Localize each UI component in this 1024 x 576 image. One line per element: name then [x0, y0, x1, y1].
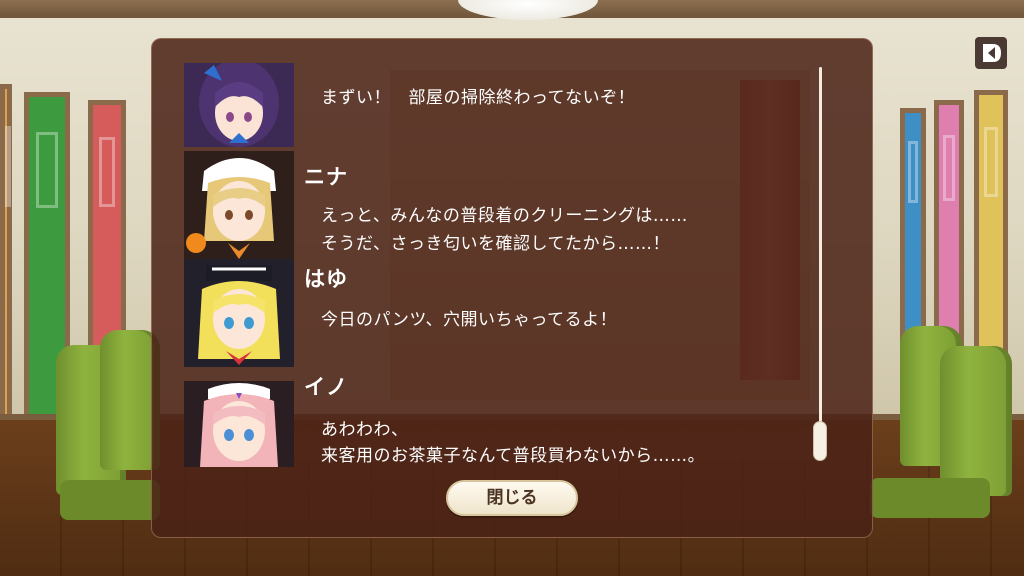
- blonde-nun-girl-portrait: [184, 151, 294, 259]
- dialogue-line: まずい！ 部屋の掃除終わってないぞ！: [321, 88, 636, 108]
- dialogue-line: そうだ、さっき匂いを確認してたから……！: [321, 234, 670, 254]
- dialogue-line: 今日のパンツ、穴開いちゃってるよ！: [321, 310, 618, 330]
- back-button[interactable]: [974, 36, 1008, 70]
- pink-hair-maid-girl-portrait: [184, 381, 294, 467]
- log-entry: イノ あわわわ、 来客用のお茶菓子なんて普段買わないから……。: [152, 369, 812, 469]
- chair-seat-left: [60, 480, 160, 520]
- log-list[interactable]: まずい！ 部屋の掃除終わってないぞ！ ニナ えっと、みんなの普段着のクリーニング…: [152, 39, 812, 469]
- dialogue-line: えっと、みんなの普段着のクリーニングは……: [321, 206, 688, 226]
- scrollbar-track[interactable]: [819, 67, 822, 459]
- chair-right: [940, 346, 1012, 496]
- dialogue-line: 来客用のお茶菓子なんて普段買わないから……。: [321, 446, 706, 466]
- log-entry: まずい！ 部屋の掃除終わってないぞ！: [152, 39, 812, 149]
- log-entry: ニナ えっと、みんなの普段着のクリーニングは…… そうだ、さっき匂いを確認してた…: [152, 149, 812, 259]
- conversation-log-panel: まずい！ 部屋の掃除終わってないぞ！ ニナ えっと、みんなの普段着のクリーニング…: [151, 38, 873, 538]
- speaker-name: ニナ: [304, 165, 348, 189]
- chair-seat-right: [870, 478, 990, 518]
- back-arrow-icon: [975, 37, 1007, 69]
- speaker-name: イノ: [304, 375, 348, 399]
- purple-hair-girl-portrait: [184, 63, 294, 147]
- yellow-hair-girl-portrait: [184, 259, 294, 367]
- dialogue-line: あわわわ、: [321, 420, 409, 440]
- orange-door: [0, 84, 12, 464]
- scrollbar-thumb[interactable]: [813, 421, 827, 461]
- close-button[interactable]: 閉じる: [446, 480, 578, 516]
- speaker-name: はゆ: [304, 267, 348, 291]
- log-entry: はゆ 今日のパンツ、穴開いちゃってるよ！: [152, 259, 812, 369]
